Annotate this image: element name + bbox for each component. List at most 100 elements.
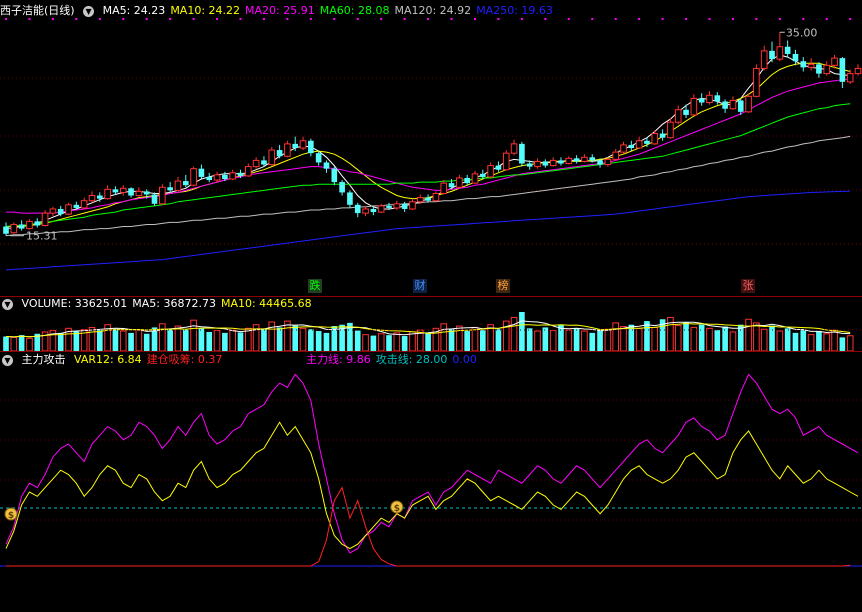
indicator-panel-menu-icon[interactable]: ▼ <box>2 354 13 366</box>
volume-bar-7 <box>57 332 64 351</box>
event-marker-drop[interactable]: 跌 <box>308 279 322 293</box>
volume-bar-2 <box>18 335 25 351</box>
volume-bar-30 <box>237 332 244 351</box>
candle-body-97 <box>760 50 768 69</box>
volume-bar-59 <box>464 331 470 351</box>
volume-bar-76 <box>597 330 603 351</box>
candle-body-4 <box>34 221 41 226</box>
candle-body-65 <box>510 143 518 154</box>
main-force-line <box>5 373 859 554</box>
candle-body-44 <box>347 192 353 205</box>
candle-body-99 <box>776 46 784 60</box>
candle-body-93 <box>729 99 737 110</box>
candle-body-20 <box>159 186 166 205</box>
volume-bar-18 <box>143 333 150 351</box>
candle-body-63 <box>495 165 502 170</box>
candle-body-25 <box>198 168 205 177</box>
ma-legend: MA5: 24.23 MA10: 24.22 MA20: 25.91 MA60: 28… <box>103 4 558 17</box>
candle-body-60 <box>471 173 479 184</box>
signal-dot-96 <box>755 18 758 20</box>
event-marker-dragon-list[interactable]: 榜 <box>496 279 510 293</box>
candle-body-29 <box>229 172 236 180</box>
indicator-name[interactable]: 主力攻击 <box>22 353 66 366</box>
buy-signal-icon-label-1: $ <box>394 504 400 514</box>
volume-bar-9 <box>73 331 80 351</box>
event-marker-limit-up[interactable]: 张 <box>741 279 755 293</box>
volume-label-2: MA10: 44465.68 <box>220 297 312 310</box>
volume-bar-56 <box>440 323 448 352</box>
candle-body-24 <box>190 168 197 186</box>
candle-body-16 <box>128 188 134 196</box>
volume-bar-67 <box>526 328 533 351</box>
ma-label-1: MA10: 24.22 <box>170 4 241 17</box>
price-panel-menu-icon[interactable]: ▼ <box>83 5 95 17</box>
candle-body-78 <box>612 151 620 160</box>
candle-body-104 <box>816 64 822 74</box>
signal-dot-81 <box>638 18 641 20</box>
candle-body-8 <box>65 204 72 215</box>
candle-body-70 <box>549 159 557 167</box>
candle-body-68 <box>534 160 541 168</box>
volume-bar-45 <box>354 330 361 351</box>
signal-dot-105 <box>825 18 828 20</box>
volume-bar-11 <box>88 326 96 352</box>
candle-body-53 <box>416 197 424 203</box>
volume-label-0: VOLUME: 33625.01 <box>21 297 128 310</box>
candle-body-0 <box>3 226 9 234</box>
candle-body-100 <box>784 46 791 54</box>
volume-panel-header: ▼ VOLUME: 33625.01 MA5: 36872.73 MA10: 444… <box>0 296 322 312</box>
volume-bar-69 <box>542 327 549 351</box>
volume-bar-97 <box>760 328 768 352</box>
volume-bar-68 <box>534 330 541 352</box>
candle-body-57 <box>448 183 455 188</box>
attack-line <box>5 421 859 550</box>
ma-line-ma250 <box>5 190 851 271</box>
candle-body-30 <box>237 172 244 176</box>
volume-bar-102 <box>800 330 807 351</box>
signal-dot-108 <box>849 18 852 20</box>
indicator-panel-header: ▼ 主力攻击 VAR12: 6.84 建仓吸筹: 0.37 主力线: 9.86 攻击… <box>0 352 477 368</box>
low-price-label: 15.31 <box>26 230 58 243</box>
volume-panel-menu-icon[interactable]: ▼ <box>2 298 13 310</box>
volume-bar-107 <box>839 337 846 351</box>
volume-bar-27 <box>213 330 221 352</box>
volume-bar-25 <box>198 328 205 351</box>
candle-body-31 <box>244 166 252 177</box>
candle-body-64 <box>502 152 510 171</box>
candle-body-10 <box>80 200 88 209</box>
event-marker-finance[interactable]: 财 <box>413 279 427 293</box>
volume-bar-28 <box>222 332 228 351</box>
volume-bar-21 <box>167 329 173 351</box>
volume-bar-0 <box>3 336 9 351</box>
candle-body-58 <box>456 177 463 188</box>
candle-body-39 <box>308 140 314 154</box>
volume-bar-58 <box>456 325 463 352</box>
candle-body-45 <box>354 204 361 214</box>
volume-bar-98 <box>769 325 775 351</box>
volume-bar-104 <box>816 331 822 351</box>
volume-bar-47 <box>370 335 377 351</box>
candle-body-9 <box>73 204 80 208</box>
candle-body-40 <box>315 153 322 163</box>
volume-bar-60 <box>471 326 479 352</box>
candle-body-49 <box>386 205 392 208</box>
candle-body-3 <box>26 220 33 230</box>
volume-bar-1 <box>10 336 18 352</box>
candle-body-6 <box>49 208 57 214</box>
stock-title[interactable]: 西子洁能(日线) <box>0 4 75 17</box>
volume-bar-103 <box>807 334 815 352</box>
volume-bar-61 <box>479 330 486 351</box>
volume-bar-34 <box>268 321 276 352</box>
candle-body-102 <box>800 61 807 68</box>
volume-bar-106 <box>831 329 838 352</box>
signal-dot-87 <box>685 18 688 20</box>
signal-dot-72 <box>567 18 570 20</box>
candle-body-61 <box>479 173 486 177</box>
volume-bar-92 <box>722 326 728 351</box>
candle-body-67 <box>526 163 533 167</box>
candle-body-81 <box>635 140 643 149</box>
volume-bar-90 <box>706 327 713 352</box>
candle-body-73 <box>573 158 580 162</box>
candle-body-27 <box>213 174 221 181</box>
ma-line-ma60 <box>5 103 851 227</box>
